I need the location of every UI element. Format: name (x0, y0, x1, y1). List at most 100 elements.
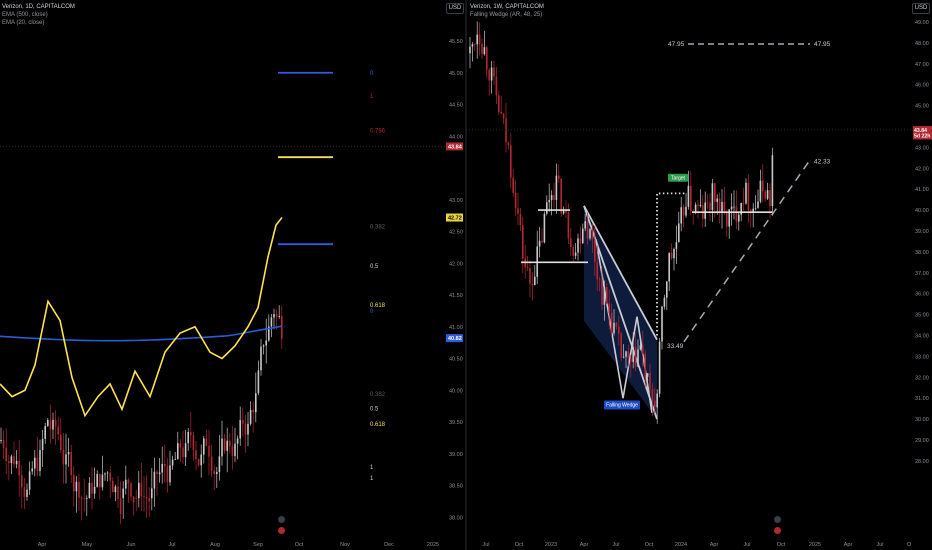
candle-body (255, 393, 257, 413)
candle-body (156, 471, 158, 475)
time-label: Jul (743, 542, 750, 548)
candle-body (526, 267, 529, 269)
left-currency-button[interactable]: USD (446, 3, 464, 14)
candle-body (54, 419, 57, 427)
candle-body (582, 228, 584, 244)
candle-body (28, 471, 31, 490)
left-fib-labels: 010.7860.3820.50.61800.3820.50.61811 (370, 71, 386, 482)
candle-body (757, 201, 759, 208)
left-legend[interactable]: Verizon, 1D, CAPITALCOM EMA (500, close)… (2, 3, 75, 27)
candle-body (488, 69, 490, 81)
candle-body (747, 182, 750, 211)
candle-body (754, 207, 757, 209)
candle-body (474, 44, 476, 46)
candle-body (690, 185, 692, 212)
candle-body (625, 351, 627, 357)
candle-body (661, 306, 663, 342)
price-label: 41.00 (449, 325, 463, 331)
candle-body (252, 409, 254, 413)
price-label: 41.50 (449, 293, 463, 299)
candle-body (83, 498, 85, 499)
candle-body (135, 498, 137, 500)
left-legend-ema-short: EMA (20, close) (2, 20, 45, 26)
candle-body (13, 456, 15, 465)
candle-body (47, 420, 49, 426)
candle-body (36, 457, 39, 472)
candle-body (197, 459, 200, 466)
candle-body (476, 34, 478, 45)
candle-body (514, 192, 517, 209)
price-label: 42.00 (915, 166, 929, 172)
dividend-icon[interactable] (774, 516, 781, 523)
price-label: 28.00 (915, 459, 929, 465)
candle-body (577, 238, 579, 253)
candle-body (613, 322, 615, 334)
right-price-axis[interactable]: 49.00 48.00 47.00 46.00 45.00 43.00 42.00 41.00… (466, 20, 932, 465)
candle-body (721, 201, 723, 213)
candle-body (570, 238, 572, 248)
candle-body (714, 183, 716, 202)
candle-body (656, 393, 658, 408)
right-currency-button[interactable]: USD (912, 3, 930, 14)
candle-body (44, 425, 46, 439)
price-label: 41.00 (915, 187, 929, 193)
earnings-icon[interactable] (774, 527, 781, 534)
candle-body (697, 204, 699, 207)
time-label: Apr (580, 542, 589, 548)
candle-body (584, 221, 586, 229)
earnings-icon[interactable] (278, 527, 285, 534)
left-fib-lines (278, 71, 333, 246)
time-label: 2023 (545, 542, 557, 548)
price-label: 38.00 (915, 250, 929, 256)
candle-body (234, 443, 236, 457)
candle-body (634, 347, 637, 367)
price-label: 38.00 (449, 515, 463, 521)
candle-body (174, 458, 176, 460)
time-label: May (82, 542, 93, 548)
candle-body (769, 190, 771, 207)
candle-body (507, 142, 510, 146)
dividend-icon[interactable] (278, 516, 285, 523)
candle-body (666, 281, 668, 298)
candle-body (764, 191, 766, 199)
candle-body (145, 496, 148, 499)
fib-label: 0 (370, 71, 374, 77)
right-time-axis[interactable]: Jul Oct 2023 Apr Jul Oct 2024 Apr Jul Oct 2025 Apr J… (482, 542, 911, 548)
candle-body (673, 248, 675, 259)
price-label: 33.00 (915, 354, 929, 360)
candle-body (190, 431, 192, 436)
price-label: 40.50 (449, 357, 463, 363)
candle-body (140, 482, 143, 497)
candle-body (182, 447, 184, 458)
fib-label: 0.382 (370, 392, 386, 398)
candle-body (109, 472, 111, 481)
target-level-label: 47.95 (668, 41, 685, 48)
candle-body (177, 443, 179, 459)
candle-body (26, 489, 28, 497)
candle-body (166, 466, 169, 483)
candle-body (242, 420, 244, 424)
candle-body (543, 213, 546, 243)
candle-body (486, 47, 488, 70)
candle-body (130, 483, 132, 497)
candle-body (687, 185, 690, 207)
candle-body (80, 497, 83, 499)
candle-body (663, 297, 666, 307)
candle-body (143, 496, 145, 498)
time-label: 2025 (427, 542, 439, 548)
candle-body (711, 183, 714, 210)
candle-body (73, 475, 75, 492)
time-label: Oct (777, 542, 786, 548)
candle-body (265, 340, 267, 346)
candle-body (596, 261, 598, 280)
right-legend[interactable]: Verizon, 1W, CAPITALCOM Falling Wedge (A… (470, 3, 544, 19)
left-price-axis[interactable]: 45.50 45.00 44.50 44.00 43.00 42.50 42.00 41.50… (446, 39, 463, 521)
upper-trend-dashed-line[interactable] (683, 159, 811, 343)
candle-body (93, 486, 96, 494)
left-time-axis[interactable]: Apr May Jun Jul Aug Sep Oct Nov Dec 2025 (38, 542, 439, 548)
price-tag-text: 42.72 (448, 216, 462, 222)
candle-body (15, 460, 18, 465)
candle-body (531, 283, 534, 286)
candle-body (742, 202, 745, 204)
candle-body (114, 486, 117, 493)
